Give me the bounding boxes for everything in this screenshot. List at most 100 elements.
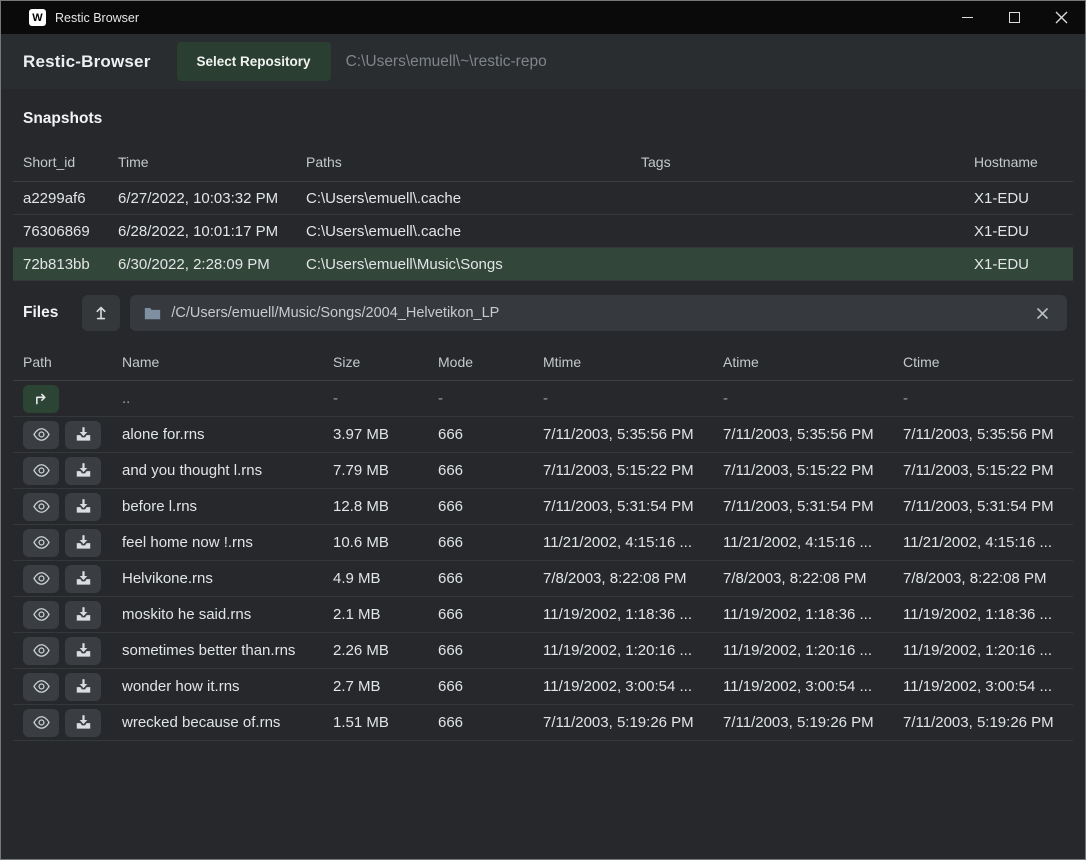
files-heading: Files — [23, 304, 58, 322]
preview-file-button[interactable] — [23, 565, 59, 593]
file-mtime: - — [533, 390, 713, 407]
app-title: Restic-Browser — [23, 52, 151, 72]
file-mtime: 11/21/2002, 4:15:16 ... — [533, 534, 713, 551]
preview-file-button[interactable] — [23, 493, 59, 521]
file-mtime: 7/11/2003, 5:31:54 PM — [533, 498, 713, 515]
download-file-button[interactable] — [65, 421, 101, 449]
download-file-button[interactable] — [65, 601, 101, 629]
file-mode: 666 — [428, 642, 533, 659]
eye-icon — [31, 533, 52, 552]
file-path-value: /C/Users/emuell/Music/Songs/2004_Helveti… — [171, 305, 499, 321]
file-ctime: 7/11/2003, 5:15:22 PM — [893, 462, 1073, 479]
column-header-time: Time — [108, 154, 296, 170]
column-header-tags: Tags — [631, 154, 964, 170]
file-size: 2.1 MB — [323, 606, 428, 623]
preview-file-button[interactable] — [23, 529, 59, 557]
maximize-icon — [1009, 12, 1020, 23]
file-atime: 7/11/2003, 5:15:22 PM — [713, 462, 893, 479]
select-repository-button[interactable]: Select Repository — [177, 42, 331, 81]
file-row: and you thought l.rns 7.79 MB 666 7/11/2… — [13, 453, 1073, 489]
preview-file-button[interactable] — [23, 673, 59, 701]
download-file-button[interactable] — [65, 565, 101, 593]
file-ctime: 11/19/2002, 3:00:54 ... — [893, 678, 1073, 695]
file-ctime: 7/11/2003, 5:19:26 PM — [893, 714, 1073, 731]
up-level-button[interactable] — [82, 295, 120, 331]
download-icon — [74, 461, 93, 480]
file-atime: 7/11/2003, 5:19:26 PM — [713, 714, 893, 731]
restic-browser-window: W Restic Browser Restic-Browser Select R… — [0, 0, 1086, 860]
file-atime: 7/11/2003, 5:35:56 PM — [713, 426, 893, 443]
file-mtime: 11/19/2002, 1:20:16 ... — [533, 642, 713, 659]
file-name: .. — [112, 390, 323, 407]
snapshot-paths: C:\Users\emuell\Music\Songs — [296, 256, 631, 273]
minimize-button[interactable] — [944, 1, 991, 34]
files-bar: Files /C/Users/emuell/Music/Songs/2004_H… — [1, 281, 1085, 343]
preview-file-button[interactable] — [23, 601, 59, 629]
go-parent-directory-button[interactable] — [23, 385, 59, 413]
app-toolbar: Restic-Browser Select Repository C:\User… — [1, 34, 1085, 89]
preview-file-button[interactable] — [23, 421, 59, 449]
eye-icon — [31, 641, 52, 660]
file-size: 2.26 MB — [323, 642, 428, 659]
file-mode: 666 — [428, 714, 533, 731]
file-atime: 7/11/2003, 5:31:54 PM — [713, 498, 893, 515]
file-mode: 666 — [428, 462, 533, 479]
file-size: 3.97 MB — [323, 426, 428, 443]
download-file-button[interactable] — [65, 709, 101, 737]
snapshot-hostname: X1-EDU — [964, 223, 1073, 240]
column-header-mode: Mode — [428, 354, 533, 370]
clear-path-button[interactable] — [1032, 305, 1053, 322]
maximize-button[interactable] — [991, 1, 1038, 34]
titlebar: W Restic Browser — [1, 1, 1085, 34]
snapshot-paths: C:\Users\emuell\.cache — [296, 223, 631, 240]
download-icon — [74, 713, 93, 732]
files-table: Path Name Size Mode Mtime Atime Ctime ..… — [13, 343, 1073, 741]
file-ctime: 11/19/2002, 1:18:36 ... — [893, 606, 1073, 623]
column-header-ctime: Ctime — [893, 354, 1073, 370]
download-file-button[interactable] — [65, 673, 101, 701]
column-header-name: Name — [112, 354, 323, 370]
preview-file-button[interactable] — [23, 637, 59, 665]
snapshot-paths: C:\Users\emuell\.cache — [296, 190, 631, 207]
file-ctime: 7/11/2003, 5:35:56 PM — [893, 426, 1073, 443]
file-mode: 666 — [428, 570, 533, 587]
download-file-button[interactable] — [65, 529, 101, 557]
download-icon — [74, 533, 93, 552]
preview-file-button[interactable] — [23, 457, 59, 485]
snapshot-time: 6/28/2022, 10:01:17 PM — [108, 223, 296, 240]
snapshots-heading: Snapshots — [1, 89, 1085, 143]
snapshot-hostname: X1-EDU — [964, 256, 1073, 273]
snapshot-row-selected[interactable]: 72b813bb 6/30/2022, 2:28:09 PM C:\Users\… — [13, 248, 1073, 281]
snapshot-short-id: 76306869 — [13, 223, 108, 240]
file-row: Helvikone.rns 4.9 MB 666 7/8/2003, 8:22:… — [13, 561, 1073, 597]
up-right-arrow-icon — [31, 389, 51, 409]
file-ctime: 7/11/2003, 5:31:54 PM — [893, 498, 1073, 515]
download-file-button[interactable] — [65, 457, 101, 485]
column-header-atime: Atime — [713, 354, 893, 370]
snapshot-hostname: X1-EDU — [964, 190, 1073, 207]
snapshot-row[interactable]: 76306869 6/28/2022, 10:01:17 PM C:\Users… — [13, 215, 1073, 248]
download-icon — [74, 677, 93, 696]
file-row: wonder how it.rns 2.7 MB 666 11/19/2002,… — [13, 669, 1073, 705]
file-mtime: 7/11/2003, 5:19:26 PM — [533, 714, 713, 731]
file-row: before l.rns 12.8 MB 666 7/11/2003, 5:31… — [13, 489, 1073, 525]
eye-icon — [31, 425, 52, 444]
snapshot-row[interactable]: a2299af6 6/27/2022, 10:03:32 PM C:\Users… — [13, 182, 1073, 215]
parent-directory-row: .. - - - - - — [13, 381, 1073, 417]
file-name: feel home now !.rns — [112, 534, 323, 551]
close-button[interactable] — [1038, 1, 1085, 34]
file-mode: 666 — [428, 606, 533, 623]
file-atime: - — [713, 390, 893, 407]
repository-path: C:\Users\emuell\~\restic-repo — [346, 53, 547, 71]
file-path-input[interactable]: /C/Users/emuell/Music/Songs/2004_Helveti… — [130, 295, 1067, 331]
preview-file-button[interactable] — [23, 709, 59, 737]
snapshot-short-id: 72b813bb — [13, 256, 108, 273]
wails-logo-icon: W — [29, 9, 46, 26]
folder-icon — [144, 306, 161, 321]
file-ctime: - — [893, 390, 1073, 407]
download-file-button[interactable] — [65, 493, 101, 521]
file-atime: 7/8/2003, 8:22:08 PM — [713, 570, 893, 587]
download-file-button[interactable] — [65, 637, 101, 665]
file-mode: - — [428, 390, 533, 407]
file-size: 10.6 MB — [323, 534, 428, 551]
